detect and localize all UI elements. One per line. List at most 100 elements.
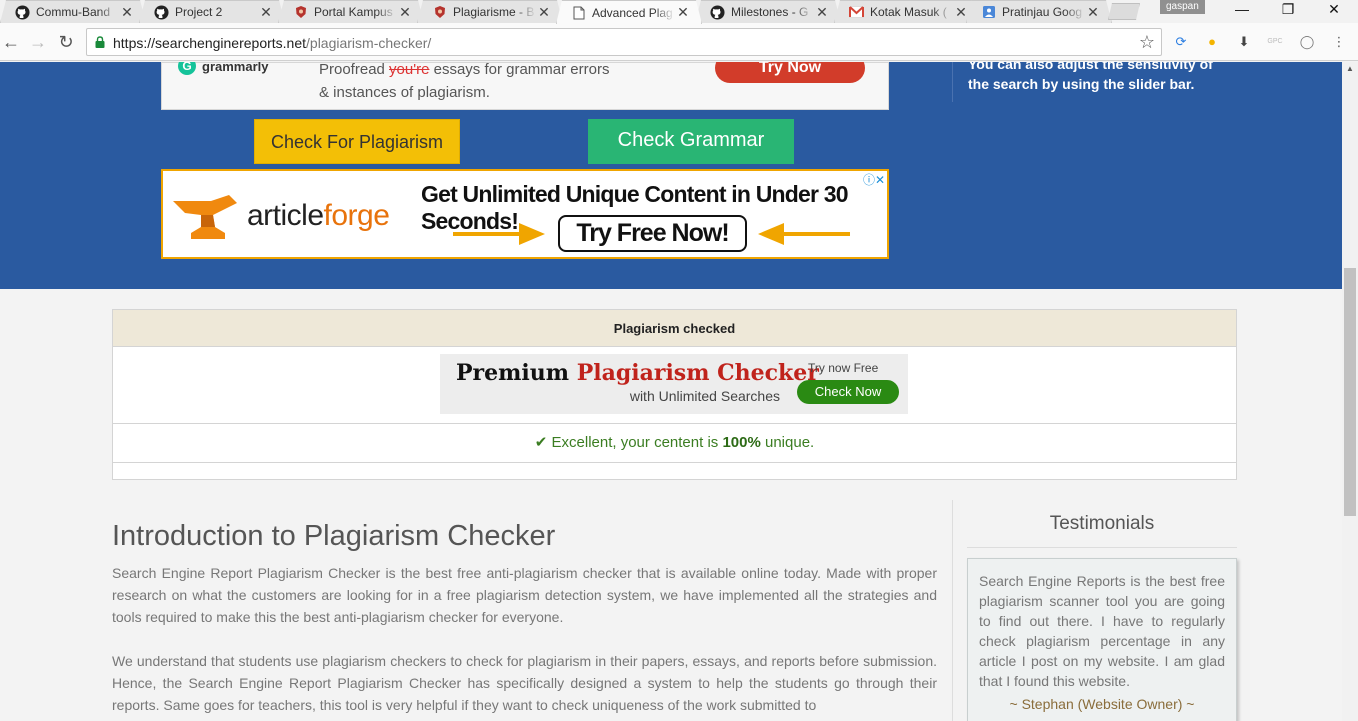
- gmail-icon: [849, 5, 864, 20]
- close-icon[interactable]: ✕: [1085, 4, 1101, 21]
- check-grammar-button[interactable]: Check Grammar: [588, 119, 794, 164]
- grammarly-brand: grammarly: [202, 62, 269, 74]
- scroll-up-arrow-icon[interactable]: ▲: [1346, 64, 1354, 73]
- grammarly-line-1-suffix: essays for grammar errors: [429, 62, 610, 78]
- profile-badge[interactable]: gaspan: [1160, 0, 1205, 14]
- campus-icon: [293, 5, 308, 20]
- close-icon[interactable]: ✕: [675, 4, 691, 21]
- testimonial-card: Search Engine Reports is the best free p…: [967, 558, 1237, 721]
- minimize-icon[interactable]: —: [1219, 0, 1265, 20]
- back-arrow-icon[interactable]: ←: [0, 31, 22, 53]
- tab-commu-band[interactable]: Commu-Band ✕: [0, 0, 146, 23]
- premium-title-1: Premium: [456, 360, 577, 386]
- url-host: https://searchenginereports.net: [113, 35, 307, 51]
- column-divider: [952, 500, 953, 721]
- testimonials-title: Testimonials: [1049, 513, 1155, 534]
- maximize-icon[interactable]: ❐: [1265, 0, 1311, 20]
- intro-paragraph-1: Search Engine Report Plagiarism Checker …: [112, 565, 937, 625]
- grammarly-logo-icon: G: [178, 62, 196, 75]
- github-icon: [154, 5, 169, 20]
- bookmark-star-icon[interactable]: ☆: [1139, 32, 1155, 53]
- intro-title: Introduction to Plagiarism Checker: [112, 520, 556, 552]
- articleforge-anvil-icon: [173, 195, 237, 239]
- page-icon: [571, 5, 586, 20]
- close-icon[interactable]: ✕: [953, 4, 969, 21]
- grammarly-strike-word: you're: [389, 62, 430, 78]
- articleforge-ad[interactable]: articleforge Get Unlimited Unique Conten…: [161, 169, 889, 259]
- sync-extension-icon[interactable]: ⟳: [1172, 33, 1190, 51]
- grammarly-ad[interactable]: G grammarly Proofread you're essays for …: [161, 62, 889, 110]
- tab-title: Plagiarisme - B: [453, 5, 535, 19]
- tab-title: Commu-Band: [36, 5, 111, 19]
- page-viewport: G grammarly Proofread you're essays for …: [0, 62, 1342, 721]
- reload-icon[interactable]: ↻: [55, 31, 77, 53]
- checkmark-icon: ✔: [534, 434, 548, 451]
- lightbulb-extension-icon[interactable]: ●: [1203, 33, 1221, 51]
- close-icon[interactable]: ✕: [814, 4, 830, 21]
- new-tab-button[interactable]: [1108, 3, 1140, 20]
- close-icon[interactable]: ✕: [119, 4, 135, 21]
- premium-title: Premium Plagiarism Checker: [456, 360, 819, 386]
- status-prefix: Excellent, your: [547, 434, 655, 451]
- github-icon: [710, 5, 725, 20]
- url-text: https://searchenginereports.net/plagiari…: [113, 35, 431, 51]
- grammarly-line-1-prefix: Proofread: [319, 62, 390, 78]
- face-extension-icon[interactable]: ◯: [1298, 33, 1316, 51]
- close-window-icon[interactable]: ✕: [1311, 0, 1357, 20]
- testimonial-text: Search Engine Reports is the best free p…: [979, 573, 1225, 689]
- address-bar[interactable]: https://searchenginereports.net/plagiari…: [86, 28, 1162, 56]
- articleforge-brand-prefix: article: [247, 199, 324, 232]
- uniqueness-status: ✔ Excellent, your centent is 100% unique…: [113, 424, 1236, 463]
- status-mid: is: [703, 434, 723, 451]
- grammarly-try-now-button[interactable]: Try Now: [715, 62, 865, 83]
- tab-advanced-plag[interactable]: Advanced Plag ✕: [556, 0, 702, 24]
- tab-title: Advanced Plag: [592, 5, 673, 20]
- tab-pratinjau[interactable]: Pratinjau Goog ✕: [966, 0, 1112, 23]
- menu-dots-icon[interactable]: ⋮: [1330, 33, 1348, 51]
- status-word: centent: [654, 434, 704, 451]
- check-plagiarism-button[interactable]: Check For Plagiarism: [254, 119, 460, 164]
- testimonials-underline: [967, 547, 1237, 548]
- premium-try-text: Try now Free: [808, 361, 879, 375]
- scrollbar-thumb[interactable]: [1344, 268, 1356, 516]
- close-icon[interactable]: ✕: [536, 4, 552, 21]
- tab-milestones[interactable]: Milestones - G ✕: [695, 0, 841, 23]
- github-icon: [15, 5, 30, 20]
- tab-title: Portal Kampus: [314, 5, 393, 19]
- tab-title: Project 2: [175, 5, 223, 19]
- forward-arrow-icon[interactable]: →: [27, 31, 49, 53]
- tab-strip: Commu-Band ✕ Project 2 ✕ Portal Kampus ✕…: [0, 0, 1358, 23]
- url-path: /plagiarism-checker/: [306, 35, 432, 51]
- forms-icon: [981, 5, 996, 20]
- hero-side-divider: [952, 62, 953, 102]
- grammarly-line-2: & instances of plagiarism.: [319, 84, 490, 101]
- arrow-right-icon: [453, 223, 545, 245]
- articleforge-brand-suffix: forge: [323, 199, 390, 232]
- promo-row: Premium Plagiarism Checker with Unlimite…: [113, 347, 1236, 424]
- tab-plagiarisme[interactable]: Plagiarisme - B ✕: [417, 0, 563, 23]
- download-extension-icon[interactable]: ⬇: [1235, 33, 1253, 51]
- status-suffix: unique.: [760, 434, 815, 451]
- close-icon[interactable]: ✕: [397, 4, 413, 21]
- grammarly-line-1: Proofread you're essays for grammar erro…: [319, 62, 609, 78]
- testimonial-author: ~ Stephan (Website Owner) ~: [1009, 696, 1195, 712]
- articleforge-try-free-button[interactable]: Try Free Now!: [558, 215, 747, 252]
- gpc-extension-icon[interactable]: GPC: [1266, 33, 1284, 51]
- adchoices-icon[interactable]: ⓘ✕: [863, 171, 885, 188]
- tab-title: Pratinjau Goog: [1002, 5, 1083, 19]
- intro-paragraph-2: We understand that students use plagiari…: [112, 653, 937, 713]
- browser-toolbar: ← → ↻ https://searchenginereports.net/pl…: [0, 23, 1358, 61]
- tab-portal-kampus[interactable]: Portal Kampus ✕: [278, 0, 424, 23]
- premium-checker-ad[interactable]: Premium Plagiarism Checker with Unlimite…: [440, 354, 908, 414]
- arrow-left-icon: [758, 223, 850, 245]
- premium-title-2: Plagiarism Checker: [576, 360, 819, 386]
- page-scrollbar[interactable]: ▲: [1342, 62, 1358, 721]
- articleforge-brand: articleforge: [247, 199, 390, 233]
- campus-icon: [432, 5, 447, 20]
- close-icon[interactable]: ✕: [258, 4, 274, 21]
- check-now-button[interactable]: Check Now: [797, 380, 899, 404]
- tab-project-2[interactable]: Project 2 ✕: [139, 0, 285, 23]
- results-header: Plagiarism checked: [113, 310, 1236, 347]
- tab-kotak-masuk[interactable]: Kotak Masuk ( ✕: [834, 0, 980, 23]
- premium-subtitle: with Unlimited Searches: [629, 388, 780, 404]
